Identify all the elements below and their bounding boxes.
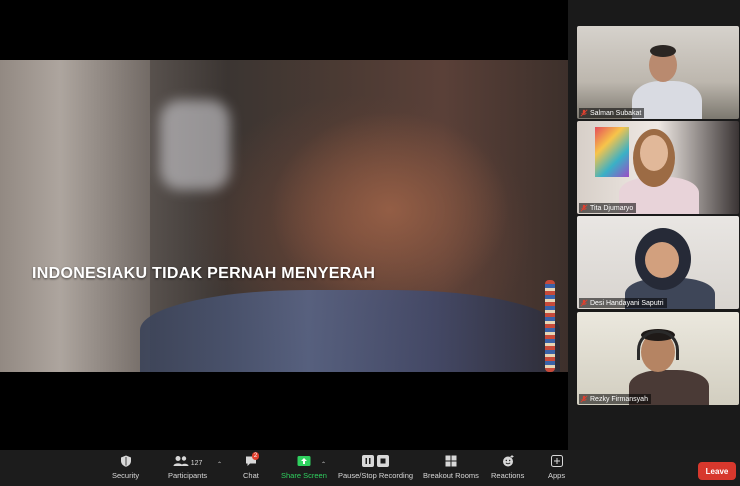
stop-icon [377,455,390,467]
participant-tile[interactable]: Desi Handayani Saputri [577,216,739,309]
participants-label: Participants [168,471,208,480]
participant-tile[interactable]: Salman Subakat [577,26,739,119]
video-background-light [160,100,230,190]
participants-count: 127 [190,459,203,467]
participants-icon [173,456,189,466]
participant-background-art [595,127,629,177]
security-label: Security [112,471,140,480]
breakout-rooms-label: Breakout Rooms [423,471,479,480]
breakout-rooms-button[interactable]: Breakout Rooms [423,455,479,480]
participant-name-tag: Salman Subakat [579,108,645,118]
video-background-blur [0,60,150,372]
breakout-rooms-icon [445,455,457,467]
smiley-plus-icon [502,455,514,467]
share-options-chevron-up-icon[interactable]: ⌃ [321,461,326,468]
participant-name: Salman Subakat [590,109,642,117]
participant-video-head [640,135,668,171]
chat-label: Chat [243,471,259,480]
shared-screen-area: INDONESIAKU TIDAK PERNAH MENYERAH [0,0,568,450]
recording-controls-icons [362,455,390,471]
participant-tile[interactable]: Rezky Firmansyah [577,312,739,405]
chat-button[interactable]: 2 Chat [243,452,260,480]
video-subject-clothing [140,290,560,372]
participant-name-tag: Desi Handayani Saputri [579,298,667,308]
pause-stop-recording-button[interactable]: Pause/Stop Recording [338,455,413,480]
shared-video: INDONESIAKU TIDAK PERNAH MENYERAH [0,60,568,372]
apps-button[interactable]: Apps [548,455,565,480]
leave-button[interactable]: Leave [698,462,736,480]
headphones-icon [637,330,679,360]
share-screen-icon [297,456,311,466]
pause-icon [362,455,375,467]
participant-tile[interactable]: Tita Djumaryo [577,121,739,214]
participant-video-hair [650,45,676,57]
share-screen-button[interactable]: Share Screen [281,455,327,480]
participant-name-tag: Rezky Firmansyah [579,394,651,404]
participant-video-head [645,242,679,278]
participants-options-chevron-up-icon[interactable]: ⌃ [217,461,222,468]
reactions-button[interactable]: Reactions [491,455,524,480]
mic-muted-icon [580,109,588,117]
security-button[interactable]: Security [112,455,139,480]
reactions-label: Reactions [491,471,525,480]
participants-button[interactable]: 127 Participants [168,455,207,480]
mic-muted-icon [580,395,588,403]
pause-stop-recording-label: Pause/Stop Recording [338,471,414,480]
shield-icon [120,455,131,467]
mic-muted-icon [580,299,588,307]
apps-label: Apps [548,471,566,480]
video-subject-necklace [545,280,555,372]
participant-name: Rezky Firmansyah [590,395,648,403]
participant-name-tag: Tita Djumaryo [579,203,637,213]
video-caption: INDONESIAKU TIDAK PERNAH MENYERAH [32,265,376,282]
mic-muted-icon [580,204,588,212]
participant-gallery: Salman Subakat Tita Djumaryo Desi Handay… [568,0,740,450]
apps-icon [550,455,563,467]
participants-icon-row: 127 [173,455,203,471]
participant-name: Tita Djumaryo [590,204,634,212]
share-screen-label: Share Screen [281,471,327,480]
participant-name: Desi Handayani Saputri [590,299,664,307]
chat-unread-badge: 2 [251,452,260,460]
